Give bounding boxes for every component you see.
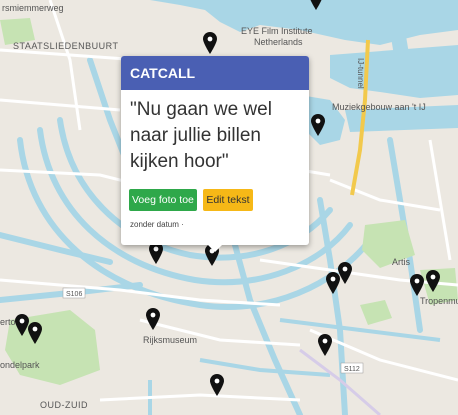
map-pin-icon[interactable] [338, 262, 352, 284]
catcall-quote: "Nu gaan we wel naar jullie billen kijke… [130, 99, 272, 172]
map-pin-icon[interactable] [410, 274, 424, 296]
poi-label-muziekgebouw: Muziekgebouw aan 't IJ [332, 102, 426, 112]
poi-label-artis: Artis [392, 257, 411, 267]
poi-label-eye-2: Netherlands [254, 37, 303, 47]
district-label-staatsliedenbuurt: STAATSLIEDENBUURT [13, 41, 119, 51]
road-shield-s106: S106 [66, 291, 82, 298]
popup-actions: Voeg foto toe Edit tekst [129, 189, 255, 211]
edit-text-button[interactable]: Edit tekst [203, 189, 253, 211]
map-pin-icon[interactable] [149, 242, 163, 264]
tunnel-label: IJ-tunnel [356, 58, 365, 89]
street-label: rsmiemmerweg [2, 3, 64, 13]
map-pin-icon[interactable] [146, 308, 160, 330]
map-pin-icon[interactable] [210, 374, 224, 396]
add-photo-button[interactable]: Voeg foto toe [129, 189, 197, 211]
poi-label-tropenmuseum: Tropenmuseum [420, 296, 458, 306]
map-pin-icon[interactable] [203, 32, 217, 54]
district-label-oud-zuid: OUD-ZUID [40, 400, 88, 410]
poi-label-rijksmuseum: Rijksmuseum [143, 335, 197, 345]
popup-title: CATCALL [121, 56, 309, 90]
map-pin-icon[interactable] [309, 0, 323, 10]
catcall-popup: CATCALL "Nu gaan we wel naar jullie bill… [121, 56, 309, 252]
date-text: zonder datum · [130, 220, 184, 229]
map-pin-icon[interactable] [311, 114, 325, 136]
map-pin-icon[interactable] [426, 270, 440, 292]
popup-tip [205, 242, 225, 252]
map-pin-icon[interactable] [318, 334, 332, 356]
road-shield-s112: S112 [344, 366, 360, 373]
map-pin-icon[interactable] [15, 314, 29, 336]
map-pin-icon[interactable] [28, 322, 42, 344]
map-pin-icon[interactable] [326, 272, 340, 294]
poi-label-eye-1: EYE Film Institute [241, 26, 313, 36]
poi-label-vondelpark: ondelpark [0, 360, 40, 370]
